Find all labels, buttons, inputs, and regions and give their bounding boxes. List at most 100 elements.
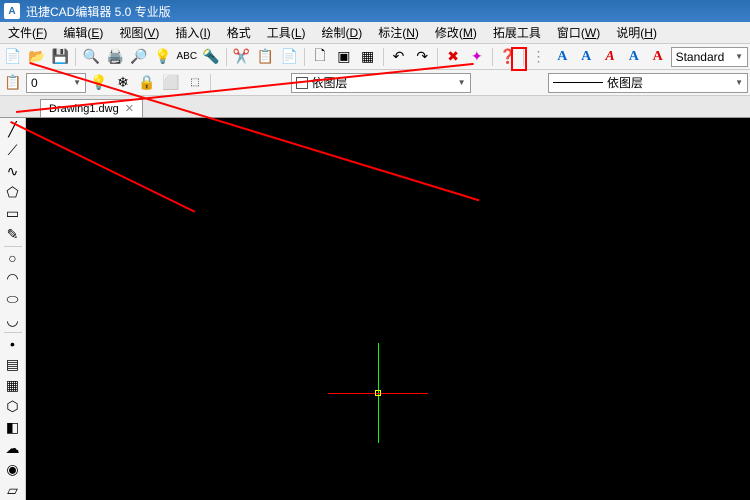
chevron-down-icon: ▼	[73, 78, 81, 87]
linetype-value: 依图层	[607, 74, 643, 91]
menu-insert[interactable]: 插入(I)	[167, 22, 218, 43]
menu-edit[interactable]: 编辑(E)	[55, 22, 111, 43]
separator	[75, 48, 76, 66]
chevron-down-icon: ▼	[735, 78, 743, 87]
wipeout-icon[interactable]: ▱	[2, 481, 24, 500]
redo-icon[interactable]: ↷	[411, 46, 433, 68]
menu-help[interactable]: 说明(H)	[608, 22, 665, 43]
save-icon[interactable]: 💾	[50, 46, 72, 68]
color-swatch	[296, 77, 308, 89]
undo-icon[interactable]: ↶	[388, 46, 410, 68]
menu-file[interactable]: 文件(F)	[0, 22, 55, 43]
separator	[210, 74, 211, 92]
chevron-down-icon: ▼	[735, 52, 743, 61]
gradient-icon[interactable]: ▦	[2, 376, 24, 395]
rectangle-icon[interactable]: ▭	[2, 204, 24, 223]
lineweight-combo[interactable]: 0 ▼	[26, 73, 86, 93]
new-doc-icon[interactable]: 🗋	[309, 46, 331, 68]
menu-format[interactable]: 格式	[219, 22, 259, 43]
menu-window[interactable]: 窗口(W)	[549, 22, 608, 43]
linetype-combo[interactable]: 依图层 ▼	[548, 73, 748, 93]
purge-icon[interactable]: ✦	[466, 46, 488, 68]
app-icon: A	[4, 3, 20, 19]
menu-dimension[interactable]: 标注(N)	[370, 22, 427, 43]
grip-icon[interactable]: ⋮	[528, 46, 550, 68]
region-icon[interactable]: ◧	[2, 418, 24, 437]
revision-cloud-icon[interactable]: ☁	[2, 439, 24, 458]
polygon-icon[interactable]: ⬠	[2, 183, 24, 202]
print-icon[interactable]: 🖨️	[104, 46, 126, 68]
separator	[523, 48, 524, 66]
layer-freeze-icon[interactable]: ❄	[112, 72, 134, 94]
spellcheck-icon[interactable]: ABC	[176, 46, 198, 68]
ellipse-arc-icon[interactable]: ◡	[2, 311, 24, 330]
toolbar-layers: 📋 0 ▼ 💡 ❄ 🔒 ⬜ ⬚ 依图层 ▼ 依图层 ▼	[0, 70, 750, 96]
ellipse-icon[interactable]: ⬭	[2, 290, 24, 309]
hatch-icon[interactable]: ▤	[2, 355, 24, 374]
menu-modify[interactable]: 修改(M)	[427, 22, 485, 43]
chevron-down-icon: ▼	[458, 78, 466, 87]
toolbar-main: 📄 📂 💾 🔍 🖨️ 🔎 💡 ABC 🔦 ✂️ 📋 📄 🗋 ▣ ▦ ↶ ↷ ✖ …	[0, 44, 750, 70]
cut-icon[interactable]: ✂️	[231, 46, 253, 68]
new-icon[interactable]: 📄	[2, 46, 24, 68]
menu-view[interactable]: 视图(V)	[111, 22, 167, 43]
title-text: 迅捷CAD编辑器 5.0 专业版	[26, 3, 171, 20]
separator	[4, 246, 22, 247]
layer-lightbulb-icon[interactable]: 💡	[88, 72, 110, 94]
crosshair-pickbox	[375, 390, 381, 396]
menu-bar: 文件(F) 编辑(E) 视图(V) 插入(I) 格式 工具(L) 绘制(D) 标…	[0, 22, 750, 44]
donut-icon[interactable]: ◉	[2, 460, 24, 479]
pencil-icon[interactable]: ✎	[2, 225, 24, 244]
layer-manager-icon[interactable]: 📋	[2, 72, 24, 94]
separator	[492, 48, 493, 66]
menu-draw[interactable]: 绘制(D)	[314, 22, 371, 43]
menu-tools[interactable]: 工具(L)	[259, 22, 314, 43]
lineweight-value: 0	[31, 76, 38, 90]
document-tab-bar: Drawing1.dwg ✕	[0, 96, 750, 118]
help-icon[interactable]: ❓	[497, 46, 519, 68]
linetype-preview	[553, 82, 603, 83]
separator	[383, 48, 384, 66]
document-tab[interactable]: Drawing1.dwg ✕	[40, 99, 143, 117]
table-icon[interactable]: ▦	[357, 46, 379, 68]
menu-extra[interactable]: 拓展工具	[485, 22, 549, 43]
delete-icon[interactable]: ✖	[442, 46, 464, 68]
open-icon[interactable]: 📂	[26, 46, 48, 68]
text-style-a4-icon[interactable]: A	[623, 46, 645, 68]
separator	[437, 48, 438, 66]
text-style-a3-icon[interactable]: A	[599, 46, 621, 68]
boundary-icon[interactable]: ⬡	[2, 397, 24, 416]
layer-color-icon[interactable]: ⬜	[160, 72, 182, 94]
point-icon[interactable]: •	[2, 335, 24, 353]
line-icon[interactable]: ╱	[2, 120, 24, 139]
color-combo[interactable]: 依图层 ▼	[291, 73, 471, 93]
text-style-a1-icon[interactable]: A	[551, 46, 573, 68]
lightbulb-icon[interactable]: 💡	[152, 46, 174, 68]
arc-icon[interactable]: ◠	[2, 269, 24, 288]
layer-lock-icon[interactable]: 🔒	[136, 72, 158, 94]
copy-icon[interactable]: 📋	[254, 46, 276, 68]
workspace: ╱ ⟋ ∿ ⬠ ▭ ✎ ○ ◠ ⬭ ◡ • ▤ ▦ ⬡ ◧ ☁ ◉ ▱	[0, 118, 750, 500]
layer-misc-icon[interactable]: ⬚	[184, 72, 206, 94]
separator	[304, 48, 305, 66]
print-preview-icon[interactable]: 🔍	[80, 46, 102, 68]
paste-icon[interactable]: 📄	[278, 46, 300, 68]
separator	[4, 332, 22, 333]
polyline-icon[interactable]: ⟋	[2, 141, 24, 160]
color-value: 依图层	[312, 74, 348, 91]
drawing-canvas[interactable]	[26, 118, 750, 500]
text-style-a2-icon[interactable]: A	[575, 46, 597, 68]
zoom-icon[interactable]: 🔎	[128, 46, 150, 68]
text-style-a5-icon[interactable]: A	[647, 46, 669, 68]
text-style-value: Standard	[676, 50, 725, 64]
tab-label: Drawing1.dwg	[49, 103, 119, 115]
close-icon[interactable]: ✕	[125, 102, 134, 115]
text-style-combo[interactable]: Standard ▼	[671, 47, 748, 67]
title-bar: A 迅捷CAD编辑器 5.0 专业版	[0, 0, 750, 22]
spline-icon[interactable]: ∿	[2, 162, 24, 181]
separator	[226, 48, 227, 66]
circle-icon[interactable]: ○	[2, 249, 24, 267]
draw-toolbar: ╱ ⟋ ∿ ⬠ ▭ ✎ ○ ◠ ⬭ ◡ • ▤ ▦ ⬡ ◧ ☁ ◉ ▱	[0, 118, 26, 500]
block-icon[interactable]: ▣	[333, 46, 355, 68]
find-icon[interactable]: 🔦	[200, 46, 222, 68]
